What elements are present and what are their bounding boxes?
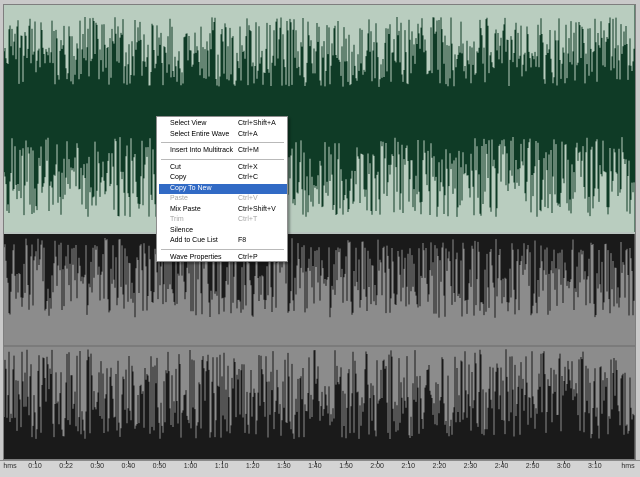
menu-item-label: Add to Cue List [170,237,218,244]
menu-item-cut[interactable]: Cut Ctrl+X [159,163,287,173]
menu-item-label: Insert Into Multitrack [170,147,234,154]
ruler-tick-label: 0:10 [28,463,42,470]
ruler-tick-label: 0:30 [90,463,104,470]
ruler-tick-label: 1:30 [276,463,291,470]
ruler-tick-label: 2:20 [432,463,447,470]
ruler-tick-label: 1:10 [214,463,229,470]
menu-item-insert-into-multitrack[interactable]: Insert Into Multitrack Ctrl+M [159,146,287,156]
menu-item-label: Paste [170,195,188,202]
menu-item-shortcut: Ctrl+P [238,253,258,261]
menu-item-wave-properties[interactable]: Wave Properties Ctrl+P [159,253,287,263]
menu-item-trim[interactable]: Trim Ctrl+T [159,215,287,225]
ruler-tick-label: 0:50 [152,463,167,470]
menu-item-label: Select Entire Wave [170,130,230,138]
menu-separator [161,142,284,143]
menu-item-label: Silence [170,226,193,234]
menu-item-mix-paste[interactable]: Mix Paste Ctrl+Shift+V [159,205,287,215]
ruler-tick-label: 0:40 [121,463,136,470]
ruler-tick-label: 2:10 [401,463,415,470]
ruler-tick-label: 2:50 [525,463,540,470]
menu-item-label: Select View [170,120,207,127]
menu-item-label: Cut [170,163,181,171]
menu-item-shortcut: Ctrl+Shift+A [238,120,276,127]
ruler-tick-label: 0:22 [59,463,73,470]
menu-item-copy[interactable]: Copy Ctrl+C [159,173,287,183]
menu-item-shortcut: Ctrl+C [238,174,259,181]
menu-item-silence[interactable]: Silence [159,226,287,236]
menu-item-label: Wave Properties [170,253,222,261]
menu-item-shortcut: Ctrl+X [238,163,258,171]
waveform-svg[interactable] [4,5,635,459]
menu-separator [161,158,284,160]
menu-item-shortcut: Ctrl+T [238,216,258,223]
menu-item-shortcut: Ctrl+V [238,195,258,202]
ruler-tick-label: 3:10 [587,463,602,470]
menu-item-shortcut: F8 [238,237,247,244]
menu-item-select-view[interactable]: Select View Ctrl+Shift+A [159,119,287,129]
ruler-tick-label: 2:40 [494,463,509,470]
menu-item-label: Copy To New [170,184,212,192]
menu-item-label: Mix Paste [170,205,201,213]
ruler-unit-right: hms [621,463,635,470]
menu-item-select-entire-wave[interactable]: Select Entire Wave Ctrl+A [159,130,287,140]
waveform-display[interactable] [3,4,636,460]
menu-item-label: Copy [170,174,187,181]
context-menu: Select View Ctrl+Shift+A Select Entire Wav… [156,116,288,262]
menu-separator [161,248,284,250]
ruler-unit-left: hms [3,463,17,470]
ruler-tick-label: 1:20 [245,463,260,470]
menu-item-shortcut: Ctrl+A [238,130,258,138]
menu-item-shortcut: Ctrl+Shift+V [238,205,276,213]
menu-item-label: Trim [170,216,184,223]
ruler-tick-label: 1:40 [308,463,322,470]
ruler-tick-label: 2:00 [370,463,384,470]
time-ruler[interactable]: hms hms 0:10 0:22 0:30 0:40 0:50 1:00 1:10 1:20… [0,460,640,477]
menu-item-shortcut: Ctrl+M [238,147,259,154]
audio-editor-window: hms hms 0:10 0:22 0:30 0:40 0:50 1:00 1:10 1:20… [0,0,640,477]
menu-item-copy-to-new[interactable]: Copy To New [159,183,287,194]
menu-item-paste[interactable]: Paste Ctrl+V [159,194,287,204]
menu-item-add-to-cue-list[interactable]: Add to Cue List F8 [159,236,287,246]
ruler-tick-label: 1:50 [339,463,353,470]
ruler-tick-label: 2:30 [463,463,478,470]
ruler-tick-label: 3:00 [556,463,571,470]
ruler-tick-label: 1:00 [183,463,198,470]
